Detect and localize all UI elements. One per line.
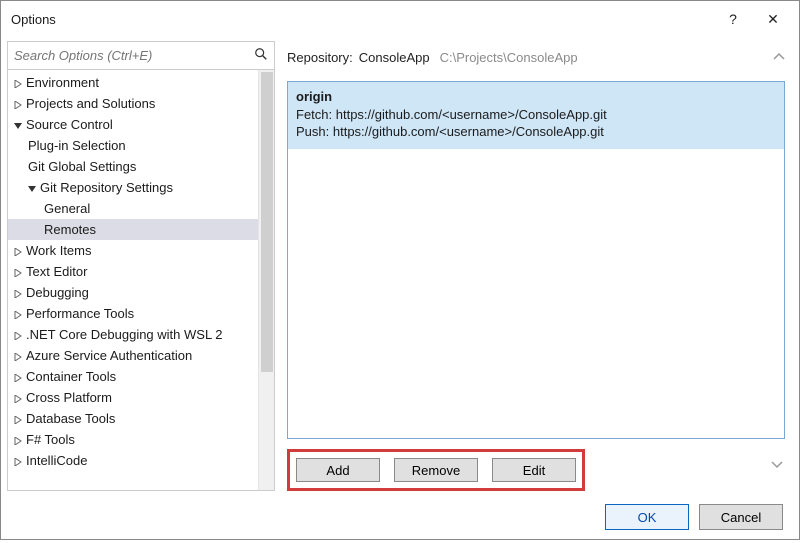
titlebar: Options ? ✕ <box>1 1 799 37</box>
tree-label: Git Global Settings <box>26 159 136 174</box>
chevron-right-icon <box>12 411 24 426</box>
tree-label: Database Tools <box>24 411 115 426</box>
repo-header: Repository: ConsoleApp C:\Projects\Conso… <box>287 41 793 71</box>
remote-push-url: https://github.com/<username>/ConsoleApp… <box>333 124 604 139</box>
tree-label: IntelliCode <box>24 453 87 468</box>
repo-key: Repository: <box>287 50 353 65</box>
chevron-right-icon <box>12 285 24 300</box>
remote-push-label: Push: <box>296 124 329 139</box>
chevron-down-icon[interactable] <box>771 458 783 473</box>
remotes-list[interactable]: origin Fetch: https://github.com/<userna… <box>287 81 785 439</box>
tree-label: Source Control <box>24 117 113 132</box>
dialog-body: Environment Projects and Solutions Sourc… <box>1 37 799 543</box>
chevron-right-icon <box>12 243 24 258</box>
tree-item-db-tools[interactable]: Database Tools <box>8 408 258 429</box>
dialog-footer: OK Cancel <box>7 491 793 543</box>
tree-label: Remotes <box>42 222 96 237</box>
scrollbar-thumb[interactable] <box>261 72 273 372</box>
chevron-right-icon <box>12 453 24 468</box>
search-input[interactable] <box>8 44 248 67</box>
tree-item-source-control[interactable]: Source Control <box>8 114 258 135</box>
tree-label: Projects and Solutions <box>24 96 155 111</box>
split-pane: Environment Projects and Solutions Sourc… <box>7 41 793 491</box>
right-panel: Repository: ConsoleApp C:\Projects\Conso… <box>275 41 793 491</box>
tree-item-debugging[interactable]: Debugging <box>8 282 258 303</box>
search-box <box>8 42 274 70</box>
tree-label: Git Repository Settings <box>38 180 173 195</box>
tree-item-azure-auth[interactable]: Azure Service Authentication <box>8 345 258 366</box>
remote-fetch: Fetch: https://github.com/<username>/Con… <box>296 106 776 124</box>
chevron-right-icon <box>12 390 24 405</box>
chevron-up-icon[interactable] <box>773 50 785 65</box>
remove-button[interactable]: Remove <box>394 458 478 482</box>
chevron-right-icon <box>12 432 24 447</box>
tree-label: Environment <box>24 75 99 90</box>
remote-name: origin <box>296 88 776 106</box>
add-button[interactable]: Add <box>296 458 380 482</box>
tree-item-remotes[interactable]: Remotes <box>8 219 258 240</box>
cancel-button[interactable]: Cancel <box>699 504 783 530</box>
remote-item-origin[interactable]: origin Fetch: https://github.com/<userna… <box>288 82 784 149</box>
edit-button[interactable]: Edit <box>492 458 576 482</box>
remote-fetch-url: https://github.com/<username>/ConsoleApp… <box>336 107 607 122</box>
tree-label: Container Tools <box>24 369 116 384</box>
tree-item-projects[interactable]: Projects and Solutions <box>8 93 258 114</box>
tree-label: Plug-in Selection <box>26 138 126 153</box>
tree-item-git-global[interactable]: Git Global Settings <box>8 156 258 177</box>
tree-label: Cross Platform <box>24 390 112 405</box>
chevron-right-icon <box>12 348 24 363</box>
tree-item-work-items[interactable]: Work Items <box>8 240 258 261</box>
tree-scrollbar[interactable] <box>258 70 274 490</box>
tree-label: Text Editor <box>24 264 87 279</box>
options-dialog: Options ? ✕ Environment Projects and Sol… <box>0 0 800 540</box>
chevron-right-icon <box>12 369 24 384</box>
tree-label: Debugging <box>24 285 89 300</box>
tree-label: Azure Service Authentication <box>24 348 192 363</box>
chevron-down-icon <box>12 117 24 132</box>
tree-item-git-repo[interactable]: Git Repository Settings <box>8 177 258 198</box>
options-tree: Environment Projects and Solutions Sourc… <box>8 70 258 490</box>
remote-buttons-highlight: Add Remove Edit <box>287 449 585 491</box>
tree-wrapper: Environment Projects and Solutions Sourc… <box>8 70 274 490</box>
left-panel: Environment Projects and Solutions Sourc… <box>7 41 275 491</box>
search-icon[interactable] <box>248 47 274 64</box>
tree-label: Performance Tools <box>24 306 134 321</box>
tree-item-text-editor[interactable]: Text Editor <box>8 261 258 282</box>
chevron-right-icon <box>12 306 24 321</box>
chevron-down-icon <box>26 180 38 195</box>
tree-item-net-core-wsl[interactable]: .NET Core Debugging with WSL 2 <box>8 324 258 345</box>
chevron-right-icon <box>12 327 24 342</box>
tree-label: General <box>42 201 90 216</box>
tree-item-container-tools[interactable]: Container Tools <box>8 366 258 387</box>
tree-label: Work Items <box>24 243 92 258</box>
tree-label: F# Tools <box>24 432 75 447</box>
remote-push: Push: https://github.com/<username>/Cons… <box>296 123 776 141</box>
close-button[interactable]: ✕ <box>753 1 793 37</box>
repo-name: ConsoleApp <box>359 50 430 65</box>
tree-item-intellicode[interactable]: IntelliCode <box>8 450 258 471</box>
repo-path: C:\Projects\ConsoleApp <box>440 50 578 65</box>
help-button[interactable]: ? <box>713 1 753 37</box>
chevron-right-icon <box>12 75 24 90</box>
chevron-right-icon <box>12 96 24 111</box>
ok-button[interactable]: OK <box>605 504 689 530</box>
chevron-right-icon <box>12 264 24 279</box>
tree-item-perf-tools[interactable]: Performance Tools <box>8 303 258 324</box>
tree-label: .NET Core Debugging with WSL 2 <box>24 327 223 342</box>
tree-item-environment[interactable]: Environment <box>8 72 258 93</box>
tree-item-general[interactable]: General <box>8 198 258 219</box>
tree-item-fsharp-tools[interactable]: F# Tools <box>8 429 258 450</box>
remote-fetch-label: Fetch: <box>296 107 332 122</box>
tree-item-cross-platform[interactable]: Cross Platform <box>8 387 258 408</box>
window-title: Options <box>11 12 713 27</box>
tree-item-plugin-selection[interactable]: Plug-in Selection <box>8 135 258 156</box>
